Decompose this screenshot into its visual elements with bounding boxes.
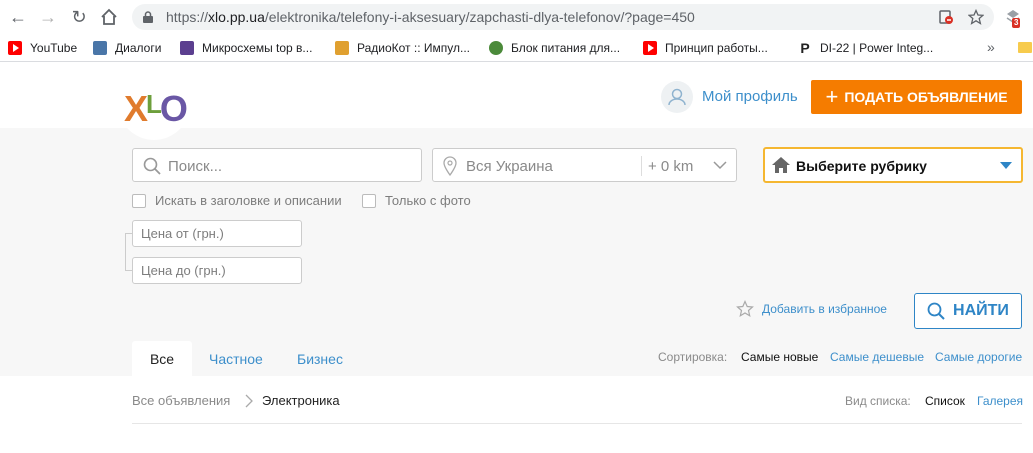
home-icon — [772, 157, 790, 173]
site-logo[interactable]: XLO — [124, 88, 188, 130]
user-icon — [668, 88, 686, 106]
radius-select[interactable]: + 0 km — [648, 158, 693, 175]
chip-icon — [180, 41, 194, 55]
chat-icon — [93, 41, 107, 55]
bookmark-power-integrations[interactable]: P DI-22 | Power Integ... — [798, 40, 933, 56]
chevron-down-icon[interactable] — [713, 160, 727, 170]
only-photo-checkbox[interactable]: Только с фото — [362, 193, 471, 208]
find-button[interactable]: НАЙТИ — [914, 293, 1022, 329]
view-label: Вид списка: — [845, 394, 911, 408]
location-divider — [641, 156, 642, 176]
view-gallery[interactable]: Галерея — [977, 394, 1023, 408]
back-icon[interactable]: ← — [7, 6, 29, 28]
location-pin-icon — [443, 156, 457, 176]
url-text: https://xlo.pp.ua/elektronika/telefony-i… — [166, 9, 695, 25]
sort-label: Сортировка: — [658, 350, 728, 364]
star-outline-icon — [736, 300, 754, 318]
checkbox-box[interactable] — [362, 193, 376, 208]
search-input[interactable]: Поиск... — [132, 148, 422, 182]
tab-business[interactable]: Бизнес — [297, 341, 343, 377]
checkbox-box[interactable] — [132, 193, 146, 208]
plus-icon: + — [825, 84, 839, 109]
post-ad-button[interactable]: + ПОДАТЬ ОБЪЯВЛЕНИЕ — [811, 80, 1022, 114]
bookmarks-more-button[interactable]: » — [987, 39, 995, 55]
add-to-favorites-link[interactable]: Добавить в избранное — [736, 300, 887, 318]
search-icon — [143, 157, 161, 175]
caret-down-icon — [1000, 162, 1012, 169]
forward-icon[interactable]: → — [37, 6, 59, 28]
price-from-input[interactable]: Цена от (грн.) — [132, 220, 302, 247]
home-icon[interactable] — [98, 6, 120, 28]
sort-newest[interactable]: Самые новые — [741, 350, 818, 364]
avatar[interactable] — [661, 81, 693, 113]
tab-private[interactable]: Частное — [209, 341, 263, 377]
category-select[interactable]: Выберите рубрику — [763, 147, 1023, 183]
search-icon — [927, 302, 945, 320]
chevron-right-icon — [245, 394, 253, 408]
sort-cheapest[interactable]: Самые дешевые — [830, 350, 924, 364]
bookmark-dialogs[interactable]: Диалоги — [93, 40, 161, 56]
extension-badge: 3 — [1012, 18, 1021, 28]
youtube-icon — [8, 41, 22, 55]
tab-all[interactable]: Все — [132, 341, 192, 377]
p-logo-icon: P — [800, 40, 810, 56]
address-bar[interactable]: https://xlo.pp.ua/elektronika/telefony-i… — [132, 4, 994, 30]
price-to-input[interactable]: Цена до (грн.) — [132, 257, 302, 284]
bookmark-youtube[interactable]: YouTube — [8, 40, 77, 56]
bookmark-radiokot[interactable]: РадиоКот :: Импул... — [335, 40, 470, 56]
youtube-icon — [643, 41, 657, 55]
bookmark-power-supply[interactable]: Блок питания для... — [489, 40, 620, 56]
lock-icon — [143, 11, 153, 23]
folder-icon[interactable] — [1018, 42, 1032, 53]
price-range-bracket — [125, 233, 132, 271]
breadcrumb-all-ads[interactable]: Все объявления — [132, 393, 230, 408]
star-icon[interactable] — [968, 9, 984, 25]
location-input[interactable]: Вся Украина + 0 km — [432, 148, 737, 182]
view-list[interactable]: Список — [925, 394, 965, 408]
sort-most-expensive[interactable]: Самые дорогие — [935, 350, 1022, 364]
browser-toolbar: ← → ↻ https://xlo.pp.ua/elektronika/tele… — [0, 0, 1033, 34]
reload-icon[interactable]: ↻ — [68, 6, 90, 28]
bookmark-microchips[interactable]: Микросхемы top в... — [180, 40, 312, 56]
search-title-description-checkbox[interactable]: Искать в заголовке и описании — [132, 193, 342, 208]
bookmark-principle[interactable]: Принцип работы... — [643, 40, 768, 56]
breadcrumb-electronics: Электроника — [262, 393, 340, 408]
my-profile-link[interactable]: Мой профиль — [702, 88, 798, 105]
cat-icon — [335, 41, 349, 55]
bookmarks-bar: YouTube Диалоги Микросхемы top в... Ради… — [0, 34, 1033, 62]
divider — [132, 423, 1022, 424]
site-blocked-icon[interactable] — [938, 9, 954, 25]
globe-icon — [489, 41, 503, 55]
